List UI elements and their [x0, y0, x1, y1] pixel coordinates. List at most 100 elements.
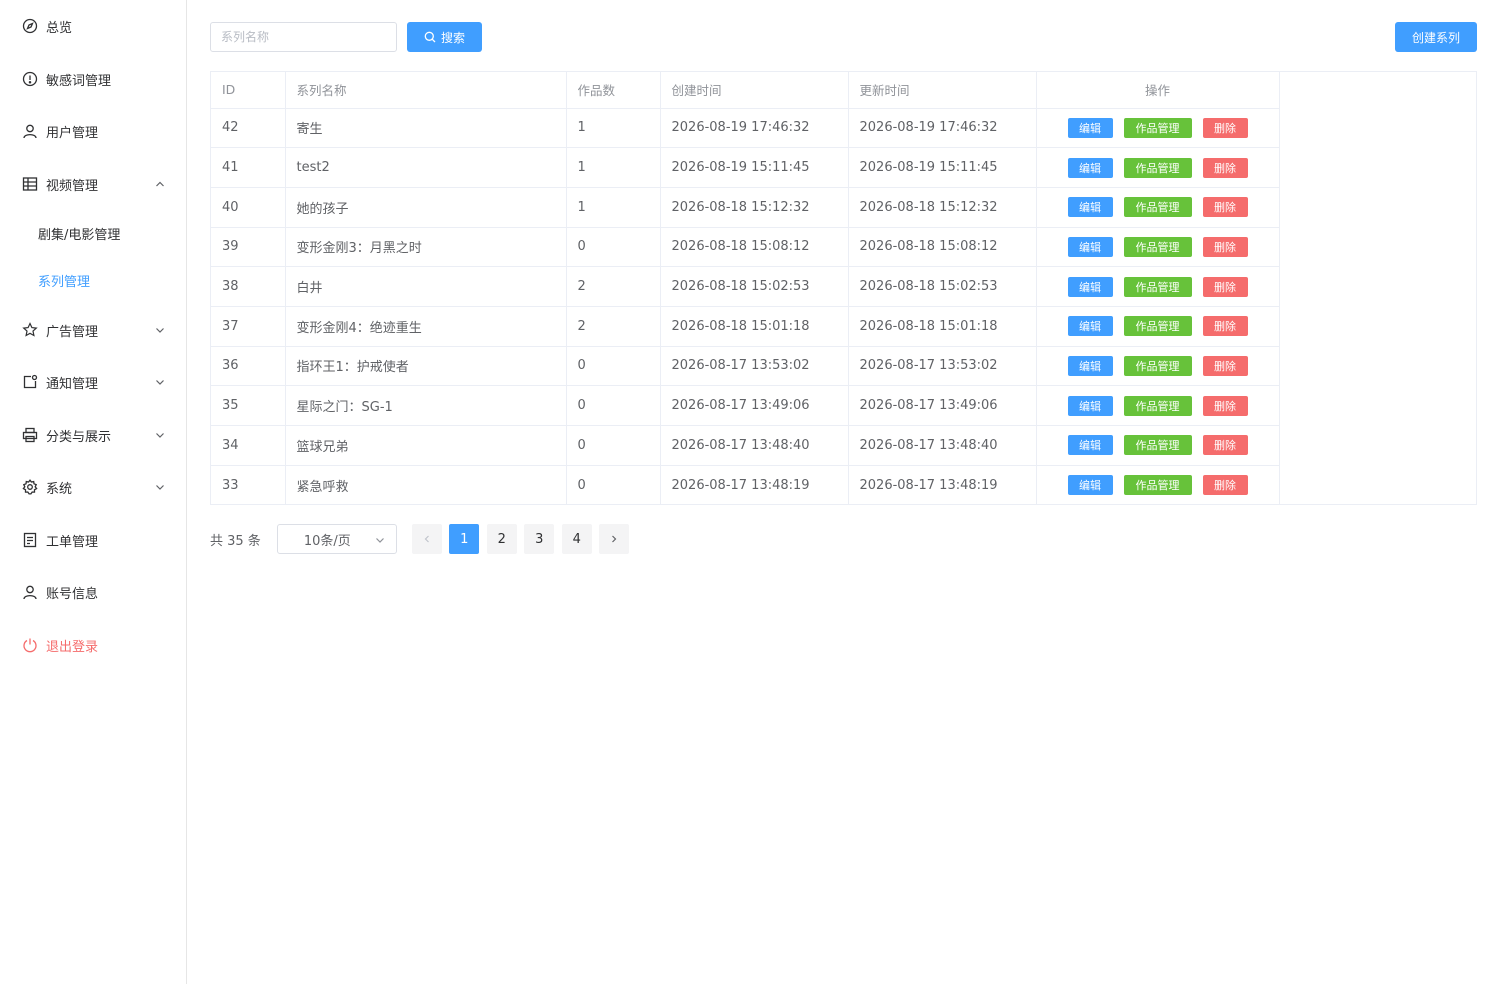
next-page-button[interactable] — [599, 524, 630, 554]
edit-button[interactable]: 编辑 — [1067, 395, 1113, 416]
cell-actions: 编辑 作品管理 删除 — [1036, 266, 1280, 307]
edit-button[interactable]: 编辑 — [1067, 316, 1113, 337]
sidebar-item-tickets[interactable]: 工单管理 — [0, 520, 186, 560]
cell-actions: 编辑 作品管理 删除 — [1036, 306, 1280, 347]
sidebar-item-logout[interactable]: 退出登录 — [0, 625, 186, 665]
work-management-button[interactable]: 作品管理 — [1123, 395, 1192, 416]
search-icon — [424, 31, 441, 43]
edit-button[interactable]: 编辑 — [1067, 355, 1113, 376]
delete-button[interactable]: 删除 — [1202, 355, 1248, 376]
delete-button[interactable]: 删除 — [1202, 276, 1248, 297]
edit-button[interactable]: 编辑 — [1067, 236, 1113, 257]
cell-id: 42 — [211, 108, 286, 149]
edit-button[interactable]: 编辑 — [1067, 276, 1113, 297]
cell-work-count: 0 — [566, 385, 661, 426]
table-row: 39 变形金刚3：月黑之时 0 2026-08-18 15:08:12 2026-08-… — [211, 227, 1280, 268]
sidebar-item-sensitive-words[interactable]: 敏感词管理 — [0, 59, 186, 99]
work-management-button[interactable]: 作品管理 — [1123, 276, 1192, 297]
cell-created-at: 2026-08-18 15:01:18 — [660, 306, 849, 347]
row-actions: 编辑 作品管理 删除 — [1037, 475, 1279, 496]
series-table-container: ID 系列名称 作品数 创建时间 更新时间 操作 42 寄生 1 2026-08-19… — [210, 71, 1477, 506]
work-management-button[interactable]: 作品管理 — [1123, 157, 1192, 178]
cell-work-count: 1 — [566, 108, 661, 149]
cell-series-name: 寄生 — [285, 108, 567, 149]
edit-button[interactable]: 编辑 — [1067, 117, 1113, 138]
sidebar-item-users[interactable]: 用户管理 — [0, 111, 186, 151]
edit-button[interactable]: 编辑 — [1067, 197, 1113, 218]
search-button[interactable]: 搜索 — [407, 22, 482, 52]
delete-button[interactable]: 删除 — [1202, 157, 1248, 178]
table-header-row: ID 系列名称 作品数 创建时间 更新时间 操作 — [211, 72, 1280, 109]
cell-updated-at: 2026-08-17 13:48:40 — [848, 425, 1037, 466]
delete-button[interactable]: 删除 — [1202, 435, 1248, 456]
sidebar-item-label: 剧集/电影管理 — [38, 227, 121, 243]
work-management-button[interactable]: 作品管理 — [1123, 475, 1192, 496]
edit-button[interactable]: 编辑 — [1067, 157, 1113, 178]
delete-button[interactable]: 删除 — [1202, 236, 1248, 257]
sidebar-item-series[interactable]: 系列管理 — [0, 260, 186, 300]
cell-id: 33 — [211, 465, 286, 506]
page-1-button[interactable]: 1 — [449, 524, 480, 554]
column-header-work-count[interactable]: 作品数 — [566, 72, 661, 109]
sidebar-item-categories[interactable]: 分类与展示 — [0, 415, 186, 455]
delete-button[interactable]: 删除 — [1202, 197, 1248, 218]
prev-page-button[interactable] — [411, 524, 442, 554]
column-header-id[interactable]: ID — [211, 72, 286, 109]
delete-button[interactable]: 删除 — [1202, 316, 1248, 337]
cell-actions: 编辑 作品管理 删除 — [1036, 465, 1280, 506]
page-3-button[interactable]: 3 — [524, 524, 555, 554]
work-management-button[interactable]: 作品管理 — [1123, 117, 1192, 138]
cell-series-name: 白井 — [285, 266, 567, 307]
cell-id: 40 — [211, 187, 286, 228]
page-4-button[interactable]: 4 — [561, 524, 592, 554]
cell-actions: 编辑 作品管理 删除 — [1036, 227, 1280, 268]
power-icon — [22, 637, 38, 653]
cell-series-name: 指环王1：护戒使者 — [285, 346, 567, 387]
delete-button[interactable]: 删除 — [1202, 117, 1248, 138]
chevron-left-icon — [422, 534, 432, 544]
cell-created-at: 2026-08-19 15:11:45 — [660, 147, 849, 188]
delete-button[interactable]: 删除 — [1202, 395, 1248, 416]
work-management-button[interactable]: 作品管理 — [1123, 197, 1192, 218]
sidebar-item-label: 账号信息 — [46, 586, 99, 602]
gear-icon — [22, 479, 38, 495]
row-actions: 编辑 作品管理 删除 — [1037, 276, 1279, 297]
sidebar-item-video[interactable]: 视频管理 — [0, 164, 186, 204]
cell-updated-at: 2026-08-17 13:53:02 — [848, 346, 1037, 387]
cell-updated-at: 2026-08-18 15:01:18 — [848, 306, 1037, 347]
main-content: 搜索 创建系列 ID 系列名称 作品数 创建时间 更新时间 操作 — [187, 0, 1500, 984]
pagination-total: 共 35 条 — [210, 533, 261, 549]
cell-series-name: 星际之门：SG-1 — [285, 385, 567, 426]
column-header-updated-at[interactable]: 更新时间 — [848, 72, 1037, 109]
sidebar-item-system[interactable]: 系统 — [0, 467, 186, 507]
delete-button[interactable]: 删除 — [1202, 475, 1248, 496]
column-header-created-at[interactable]: 创建时间 — [660, 72, 849, 109]
cell-series-name: 她的孩子 — [285, 187, 567, 228]
edit-button[interactable]: 编辑 — [1067, 475, 1113, 496]
sidebar-item-ads[interactable]: 广告管理 — [0, 310, 186, 350]
row-actions: 编辑 作品管理 删除 — [1037, 236, 1279, 257]
create-series-button[interactable]: 创建系列 — [1395, 22, 1477, 52]
work-management-button[interactable]: 作品管理 — [1123, 316, 1192, 337]
cell-updated-at: 2026-08-18 15:02:53 — [848, 266, 1037, 307]
row-actions: 编辑 作品管理 删除 — [1037, 197, 1279, 218]
sidebar-item-episodes-movies[interactable]: 剧集/电影管理 — [0, 213, 186, 253]
grid-icon — [22, 176, 38, 192]
work-management-button[interactable]: 作品管理 — [1123, 435, 1192, 456]
cell-work-count: 1 — [566, 147, 661, 188]
series-table: ID 系列名称 作品数 创建时间 更新时间 操作 42 寄生 1 2026-08-19… — [211, 72, 1280, 506]
row-actions: 编辑 作品管理 删除 — [1037, 157, 1279, 178]
edit-button[interactable]: 编辑 — [1067, 435, 1113, 456]
page-size-select[interactable]: 10条/页 — [276, 524, 397, 554]
sidebar-item-overview[interactable]: 总览 — [0, 6, 186, 46]
work-management-button[interactable]: 作品管理 — [1123, 236, 1192, 257]
sidebar-item-account[interactable]: 账号信息 — [0, 572, 186, 612]
column-header-series-name[interactable]: 系列名称 — [285, 72, 567, 109]
cell-created-at: 2026-08-17 13:49:06 — [660, 385, 849, 426]
page-size-value: 10条/页 — [303, 533, 351, 549]
series-name-search-input[interactable] — [210, 22, 397, 52]
page-2-button[interactable]: 2 — [486, 524, 517, 554]
work-management-button[interactable]: 作品管理 — [1123, 355, 1192, 376]
sidebar-item-notifications[interactable]: 通知管理 — [0, 362, 186, 402]
sidebar-item-label: 分类与展示 — [46, 429, 112, 445]
